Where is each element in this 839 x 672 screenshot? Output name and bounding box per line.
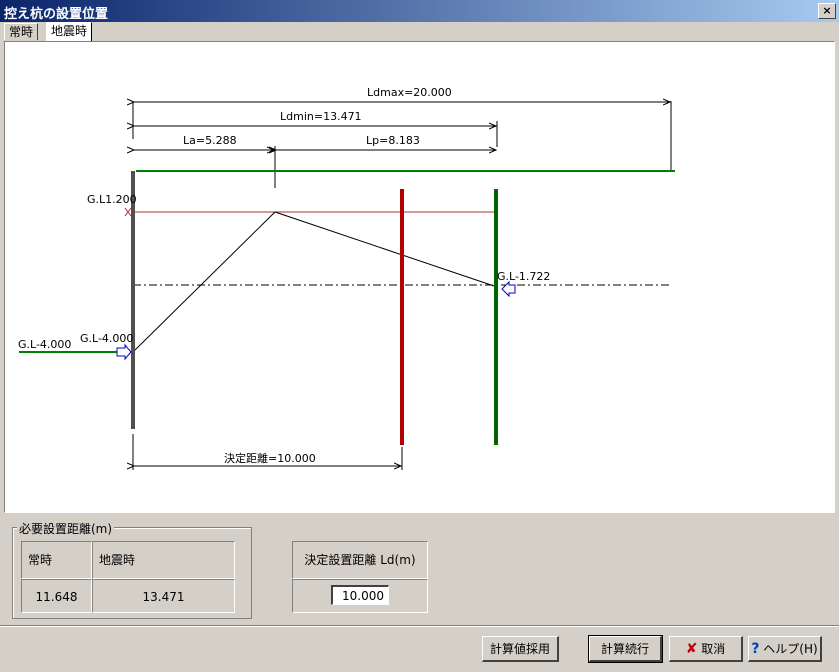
cancel-button[interactable]: ✘ 取消	[669, 636, 743, 662]
arrow-right-icon	[501, 280, 516, 298]
cancel-label: 取消	[701, 642, 726, 656]
value-normal: 11.648	[21, 579, 92, 613]
close-button[interactable]: ×	[818, 3, 836, 19]
gl-top-label: G.L1.200	[87, 193, 137, 206]
continue-button[interactable]: 計算続行	[588, 635, 663, 663]
diagram-canvas: Ldmax=20.000 Ldmin=13.471 La=5.288 Lp=8.…	[4, 41, 835, 513]
wall	[131, 171, 135, 429]
help-label: ヘルプ(H)	[763, 642, 818, 656]
help-question-icon: ?	[751, 641, 760, 657]
tab-normal[interactable]: 常時	[4, 23, 39, 40]
la-label: La=5.288	[183, 134, 237, 147]
value-earthquake: 13.471	[92, 579, 235, 613]
separator	[0, 625, 839, 627]
adopt-button[interactable]: 計算値採用	[482, 636, 559, 662]
title-bar: 控え杭の設置位置 ×	[0, 0, 839, 22]
decided-distance-label: 決定距離=10.000	[224, 452, 316, 465]
pressure-line	[132, 211, 498, 353]
header-earthquake: 地震時	[92, 541, 235, 579]
decided-distance-input[interactable]: 10.000	[331, 585, 389, 605]
window-title: 控え杭の設置位置	[4, 7, 109, 22]
header-normal: 常時	[21, 541, 92, 579]
arrow-left-icon	[116, 343, 132, 361]
green-pile	[494, 189, 498, 445]
lp-label: Lp=8.183	[366, 134, 420, 147]
gl-right-label: G.L-1.722	[497, 270, 551, 283]
help-button[interactable]: ? ヘルプ(H)	[748, 636, 822, 662]
ldmin-label: Ldmin=13.471	[280, 110, 362, 123]
required-distance-title: 必要設置距離(m)	[17, 520, 115, 537]
diagram-svg	[19, 42, 675, 470]
tab-earthquake[interactable]: 地震時	[46, 22, 93, 41]
gl-left-outer-label: G.L-4.000	[18, 338, 72, 351]
cancel-x-icon: ✘	[685, 641, 698, 657]
gl-left-inner-label: G.L-4.000	[80, 332, 134, 345]
decided-header: 決定設置距離 Ld(m)	[292, 541, 428, 579]
ldmax-label: Ldmax=20.000	[367, 86, 452, 99]
red-pile	[400, 189, 404, 445]
